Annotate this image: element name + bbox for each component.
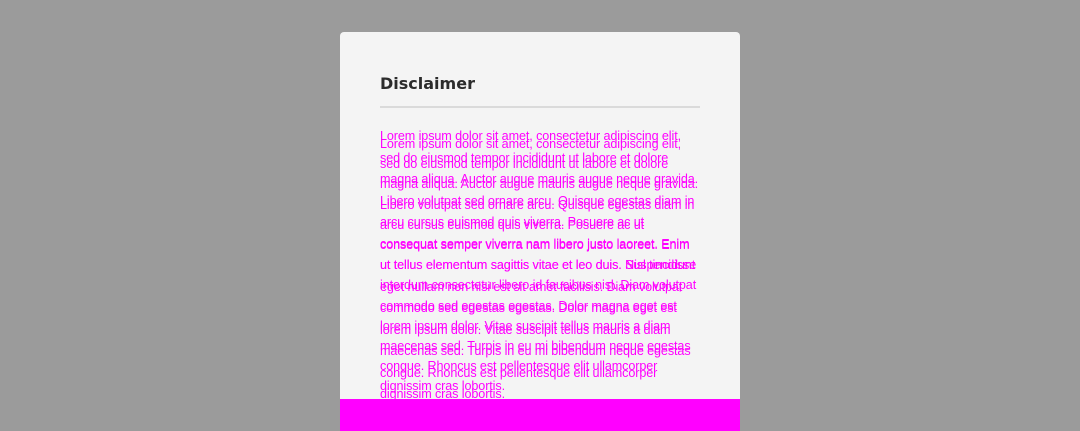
dialog-title: Disclaimer <box>380 74 475 93</box>
disclaimer-body-text-overlap: Lorem ipsum dolor sit amet, consectetur … <box>380 137 699 394</box>
disclaimer-dialog: Disclaimer Lorem ipsum dolor sit amet, c… <box>340 32 740 401</box>
title-divider <box>380 106 700 108</box>
dialog-footer-bar <box>340 399 740 431</box>
